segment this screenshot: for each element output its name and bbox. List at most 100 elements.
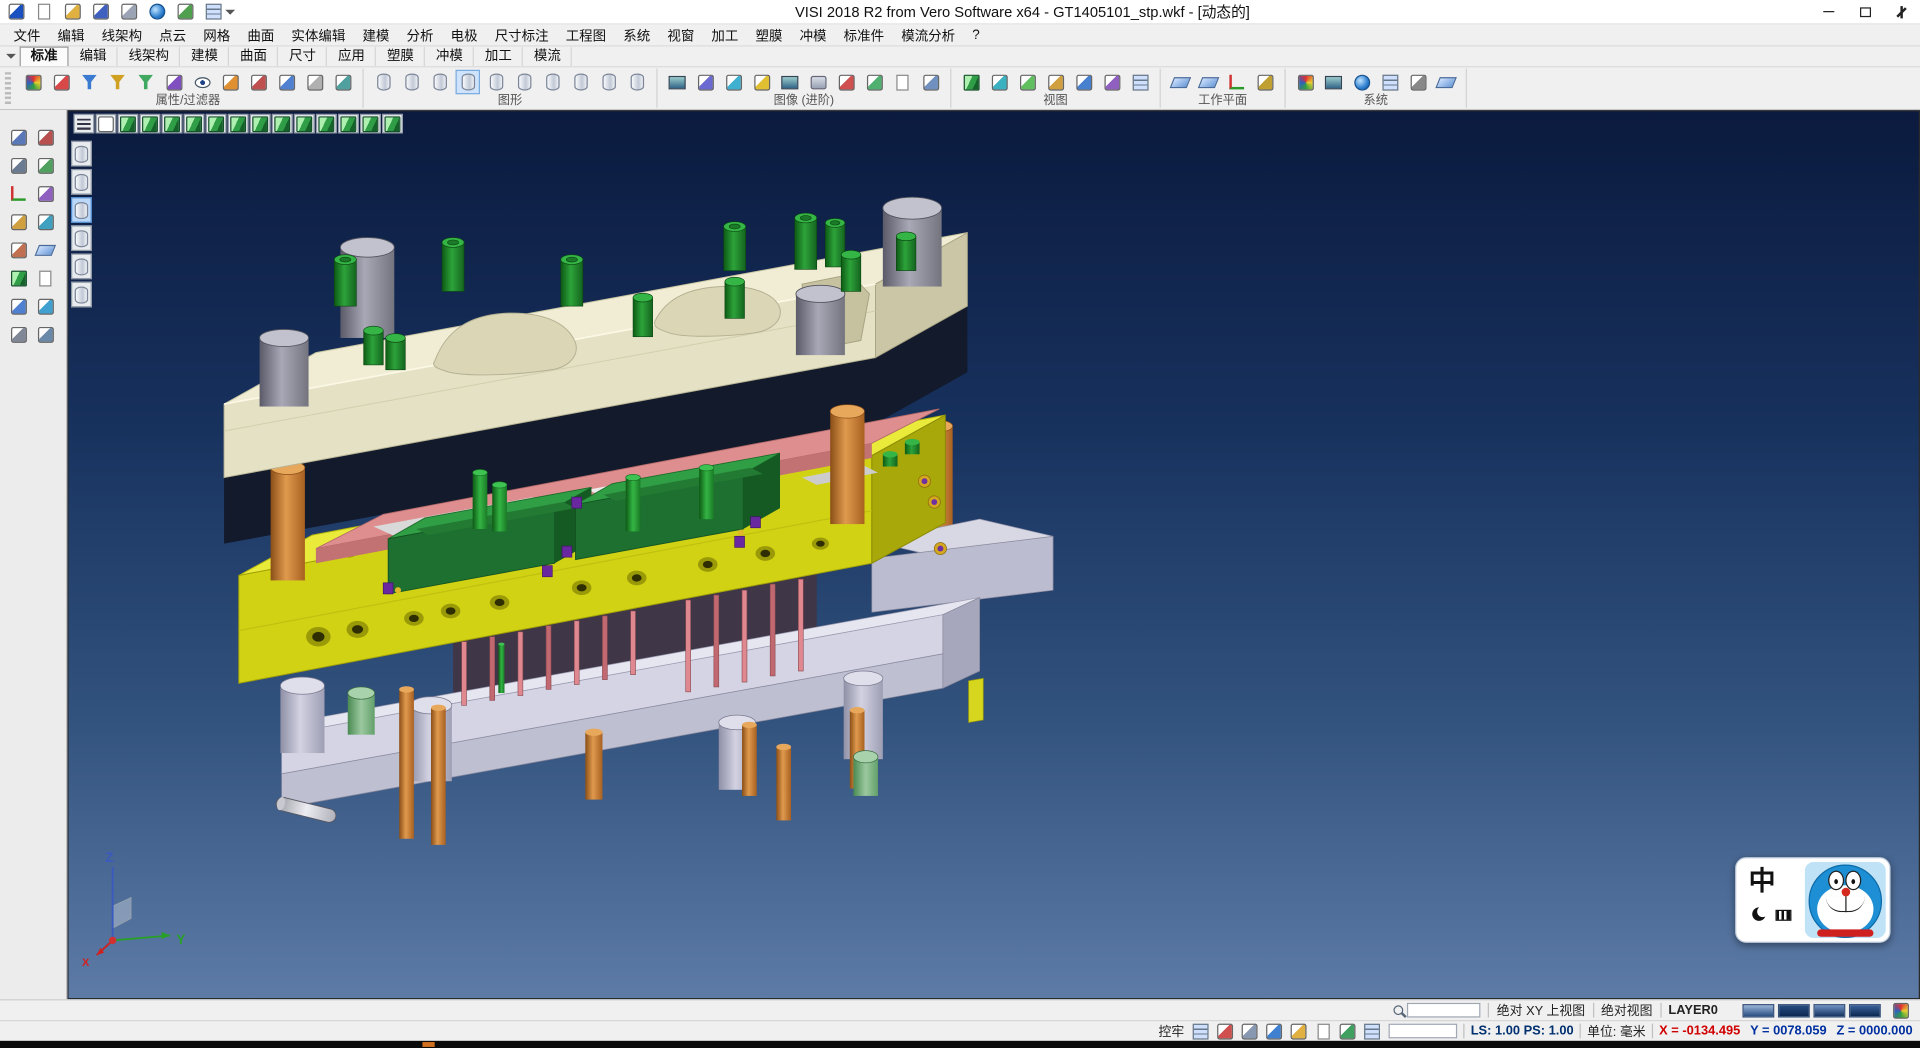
layer-color-swatch[interactable] bbox=[1742, 1003, 1774, 1016]
view-cube-axo2-icon[interactable] bbox=[316, 114, 337, 134]
os-taskbar[interactable] bbox=[0, 1041, 1920, 1048]
status-refresh-icon[interactable] bbox=[1337, 1022, 1358, 1040]
erase-icon[interactable] bbox=[33, 125, 57, 149]
offset-icon[interactable] bbox=[6, 209, 30, 233]
ejector-pin-green[interactable] bbox=[498, 643, 504, 693]
shading-wireframe-icon[interactable] bbox=[371, 70, 395, 94]
display-hidden-line-icon[interactable] bbox=[71, 253, 92, 279]
menu-item-点云[interactable]: 点云 bbox=[151, 25, 195, 45]
snap-point-icon[interactable] bbox=[6, 153, 30, 177]
view-cube-rotate-icon[interactable] bbox=[272, 114, 293, 134]
view-iso-icon[interactable] bbox=[959, 70, 983, 94]
status-notes-icon[interactable] bbox=[1288, 1022, 1309, 1040]
new-file-icon[interactable] bbox=[32, 0, 56, 24]
menu-item-文件[interactable]: 文件 bbox=[5, 25, 49, 45]
tab-overflow-icon[interactable] bbox=[2, 48, 19, 65]
layer-color-swatch[interactable] bbox=[1849, 1003, 1881, 1016]
toolbar-grip[interactable] bbox=[5, 72, 11, 104]
view-cube-top-icon[interactable] bbox=[140, 114, 161, 134]
curve-tool-icon[interactable] bbox=[6, 238, 30, 262]
view-cube-axo3-icon[interactable] bbox=[338, 114, 359, 134]
attr-brush-icon[interactable] bbox=[246, 70, 270, 94]
active-layer[interactable]: LAYER0 bbox=[1668, 1003, 1718, 1018]
system-monitor-icon[interactable] bbox=[1321, 70, 1345, 94]
absolute-view[interactable]: 绝对视图 bbox=[1601, 1001, 1652, 1019]
menu-item-?[interactable]: ? bbox=[964, 28, 989, 43]
view-zoom-icon[interactable] bbox=[1043, 70, 1067, 94]
status-layout-icon[interactable] bbox=[1362, 1022, 1383, 1040]
menu-item-尺寸标注[interactable]: 尺寸标注 bbox=[486, 25, 557, 45]
render-compare-icon[interactable] bbox=[862, 70, 886, 94]
attr-wand-icon[interactable] bbox=[274, 70, 298, 94]
tab-模流[interactable]: 模流 bbox=[523, 46, 572, 67]
grid-icon[interactable] bbox=[201, 0, 225, 24]
tab-尺寸[interactable]: 尺寸 bbox=[278, 46, 327, 67]
menu-item-工程图[interactable]: 工程图 bbox=[557, 25, 615, 45]
status-snap-icon[interactable] bbox=[1215, 1022, 1236, 1040]
dimension-icon[interactable] bbox=[6, 294, 30, 318]
view-multi-icon[interactable] bbox=[1128, 70, 1152, 94]
attr-tag-icon[interactable] bbox=[218, 70, 242, 94]
quick-access-caret-icon[interactable] bbox=[225, 9, 235, 19]
filter-color-icon[interactable] bbox=[133, 70, 157, 94]
menu-item-系统[interactable]: 系统 bbox=[615, 25, 659, 45]
tab-标准[interactable]: 标准 bbox=[20, 46, 69, 67]
tab-加工[interactable]: 加工 bbox=[474, 46, 523, 67]
info-icon[interactable] bbox=[33, 294, 57, 318]
menu-item-塑膜[interactable]: 塑膜 bbox=[747, 25, 791, 45]
shading-material-icon[interactable] bbox=[568, 70, 592, 94]
render-light-icon[interactable] bbox=[749, 70, 773, 94]
render-gallery-icon[interactable] bbox=[890, 70, 914, 94]
shading-transparent-icon[interactable] bbox=[512, 70, 536, 94]
menu-item-冲模[interactable]: 冲模 bbox=[791, 25, 835, 45]
menu-item-加工[interactable]: 加工 bbox=[703, 25, 747, 45]
attr-pin-icon[interactable] bbox=[331, 70, 355, 94]
tab-应用[interactable]: 应用 bbox=[327, 46, 376, 67]
workplane-uv-icon[interactable] bbox=[1196, 70, 1220, 94]
workplane-align-icon[interactable] bbox=[1253, 70, 1277, 94]
world-icon[interactable] bbox=[144, 0, 168, 24]
tab-建模[interactable]: 建模 bbox=[180, 46, 229, 67]
shading-gouraud-icon[interactable] bbox=[456, 70, 480, 94]
view-cube-axo1-icon[interactable] bbox=[294, 114, 315, 134]
menu-item-建模[interactable]: 建模 bbox=[354, 25, 398, 45]
system-globe-icon[interactable] bbox=[1349, 70, 1373, 94]
minimize-button[interactable] bbox=[1810, 0, 1847, 23]
app-logo[interactable] bbox=[4, 0, 28, 24]
status-gear-icon[interactable] bbox=[1239, 1022, 1260, 1040]
import-icon[interactable] bbox=[116, 0, 140, 24]
settings-icon[interactable] bbox=[33, 322, 57, 346]
render-background-icon[interactable] bbox=[778, 70, 802, 94]
menu-item-实体编辑[interactable]: 实体编辑 bbox=[283, 25, 354, 45]
layer-color-swatch[interactable] bbox=[1778, 1003, 1810, 1016]
view-cube-axo4-icon[interactable] bbox=[360, 114, 381, 134]
solid-tool-icon[interactable] bbox=[6, 266, 30, 290]
filter-layer-icon[interactable] bbox=[105, 70, 129, 94]
close-button[interactable] bbox=[1883, 0, 1920, 23]
tab-曲面[interactable]: 曲面 bbox=[229, 46, 278, 67]
viewbar-menu-icon[interactable] bbox=[73, 114, 94, 134]
workplane-axis-icon[interactable] bbox=[1224, 70, 1248, 94]
menu-item-曲面[interactable]: 曲面 bbox=[239, 25, 283, 45]
status-grid-icon[interactable] bbox=[1190, 1022, 1211, 1040]
render-capture-icon[interactable] bbox=[806, 70, 830, 94]
filter-element-icon[interactable] bbox=[77, 70, 101, 94]
shading-edges-icon[interactable] bbox=[484, 70, 508, 94]
menu-item-电极[interactable]: 电极 bbox=[442, 25, 486, 45]
trim-icon[interactable] bbox=[33, 153, 57, 177]
attr-paint-icon[interactable] bbox=[49, 70, 73, 94]
attr-colors-icon[interactable] bbox=[21, 70, 45, 94]
layer-colors-icon[interactable] bbox=[1888, 998, 1912, 1022]
tab-塑膜[interactable]: 塑膜 bbox=[376, 46, 425, 67]
workplane-xy-icon[interactable] bbox=[1168, 70, 1192, 94]
measure-icon[interactable] bbox=[33, 209, 57, 233]
lock-toggle[interactable]: 控牢 bbox=[1158, 1022, 1184, 1040]
mold-assembly-scene[interactable]: Z Y X bbox=[67, 110, 1920, 999]
system-colors-icon[interactable] bbox=[1293, 70, 1317, 94]
view-cube-front-icon[interactable] bbox=[184, 114, 205, 134]
text-tool-icon[interactable] bbox=[33, 266, 57, 290]
menu-item-视窗[interactable]: 视窗 bbox=[659, 25, 703, 45]
view-fit-icon[interactable] bbox=[1071, 70, 1095, 94]
open-file-icon[interactable] bbox=[60, 0, 84, 24]
visibility-eye-icon[interactable] bbox=[190, 70, 214, 94]
